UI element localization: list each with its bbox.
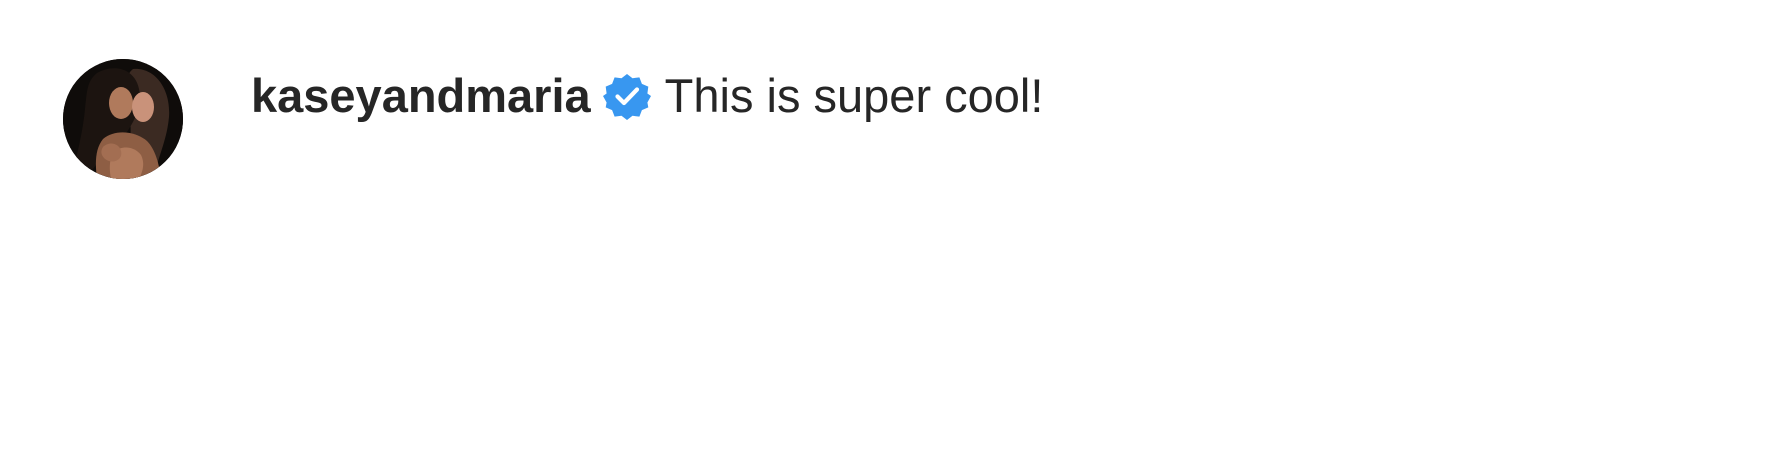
avatar-photo: [63, 59, 183, 179]
comment-row: kaseyandmaria This is super cool!: [0, 0, 1782, 459]
username-link[interactable]: kaseyandmaria: [251, 68, 591, 124]
verified-badge-icon: [602, 72, 651, 120]
comment-text: This is super cool!: [664, 69, 1044, 122]
comment-line: kaseyandmaria This is super cool!: [251, 68, 1043, 124]
avatar[interactable]: [63, 59, 183, 179]
